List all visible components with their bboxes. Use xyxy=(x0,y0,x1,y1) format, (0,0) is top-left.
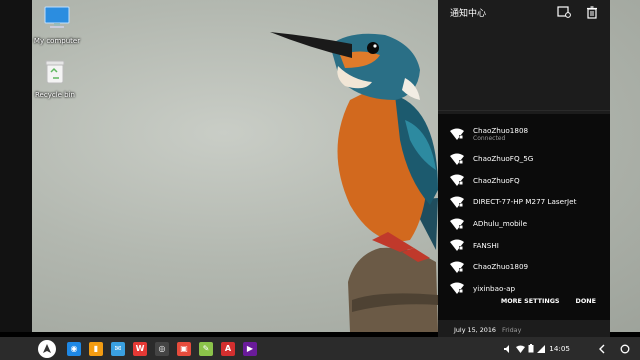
wifi-network-item[interactable]: DIRECT-77-HP M277 LaserJet xyxy=(438,191,610,213)
wifi-lock-icon xyxy=(450,153,464,165)
notification-area xyxy=(438,24,610,111)
desktop-icon-my-computer[interactable]: My computer xyxy=(30,6,84,45)
notification-center-panel: 通知中心 ChaoZhuo1808 Connected ChaoZhuoFQ_5G C… xyxy=(438,0,610,340)
wifi-lock-icon xyxy=(450,261,464,273)
wifi-lock-icon xyxy=(450,128,464,140)
wifi-status: Connected xyxy=(473,134,506,142)
wps-app-icon[interactable]: W xyxy=(133,341,147,356)
wifi-ssid: ChaoZhuoFQ xyxy=(473,175,520,185)
wifi-ssid: FANSHI xyxy=(473,240,499,250)
clock[interactable]: 14:05 xyxy=(549,344,570,353)
system-tray: 14:05 xyxy=(501,337,640,360)
wifi-ssid: DIRECT-77-HP M277 LaserJet xyxy=(473,197,577,207)
red-app-icon[interactable]: ▣ xyxy=(177,341,191,356)
files-app-icon[interactable]: ▮ xyxy=(89,341,103,356)
notification-settings-icon[interactable] xyxy=(556,4,572,20)
pdf-app-icon[interactable]: A xyxy=(221,341,235,356)
battery-icon[interactable] xyxy=(528,344,534,353)
more-settings-button[interactable]: MORE SETTINGS xyxy=(501,297,560,305)
wifi-lock-icon xyxy=(450,282,464,295)
wifi-ssid: ADhulu_mobile xyxy=(473,219,528,229)
back-chevron-icon[interactable] xyxy=(598,344,606,354)
wifi-network-item[interactable]: ChaoZhuo1809 xyxy=(438,256,610,278)
wifi-network-item[interactable]: yixinbao-ap xyxy=(438,278,610,300)
desktop-icon-recycle-bin[interactable]: Recycle bin xyxy=(28,58,82,99)
wifi-network-sheet: ChaoZhuo1808 Connected ChaoZhuoFQ_5G ChaoZh… xyxy=(438,114,610,320)
photo-app-icon[interactable]: ✎ xyxy=(199,341,213,356)
mail-app-icon[interactable]: ✉ xyxy=(111,341,125,356)
start-logo-icon xyxy=(43,343,51,353)
video-app-icon[interactable]: ▶ xyxy=(243,341,257,356)
monitor-icon xyxy=(44,6,70,28)
camera-app-icon[interactable]: ◎ xyxy=(155,341,169,356)
date-label: July 15, 2016 xyxy=(454,326,496,334)
wifi-ssid: ChaoZhuo1808 xyxy=(473,125,529,135)
panel-title: 通知中心 xyxy=(450,8,487,19)
panel-date-footer: July 15, 2016 Friday xyxy=(438,322,626,338)
weekday-label: Friday xyxy=(501,326,522,334)
wifi-lock-icon xyxy=(450,239,464,252)
wifi-ssid: yixinbao-ap xyxy=(473,283,516,293)
home-circle-icon[interactable] xyxy=(620,344,630,354)
wifi-lock-icon xyxy=(450,218,464,230)
desktop-icon-label: My computer xyxy=(33,37,81,45)
volume-icon[interactable] xyxy=(504,344,513,353)
wifi-lock-icon xyxy=(450,196,464,208)
wifi-network-item[interactable]: ChaoZhuo1808 Connected xyxy=(438,120,610,148)
wifi-network-item[interactable]: ChaoZhuoFQ xyxy=(438,170,610,192)
recycle-bin-icon xyxy=(45,60,65,84)
taskbar: ◉ ▮ ✉ W ◎ ▣ ✎ A ▶ 14:05 xyxy=(0,337,640,360)
wifi-actions: MORE SETTINGS DONE xyxy=(501,297,596,305)
trash-icon[interactable] xyxy=(584,4,600,20)
wifi-tray-icon[interactable] xyxy=(516,345,526,353)
wifi-network-item[interactable]: ADhulu_mobile xyxy=(438,213,610,235)
panel-header: 通知中心 xyxy=(438,0,610,24)
browser-app-icon[interactable]: ◉ xyxy=(67,341,81,356)
done-button[interactable]: DONE xyxy=(576,297,596,305)
desktop-icon-label: Recycle bin xyxy=(35,91,75,99)
wifi-network-item[interactable]: ChaoZhuoFQ_5G xyxy=(438,148,610,170)
pinned-apps: ◉ ▮ ✉ W ◎ ▣ ✎ A ▶ xyxy=(67,341,257,356)
wifi-ssid: ChaoZhuo1809 xyxy=(473,262,529,272)
wifi-ssid: ChaoZhuoFQ_5G xyxy=(473,154,534,164)
signal-icon[interactable] xyxy=(537,344,546,353)
start-button[interactable] xyxy=(38,339,56,358)
wifi-lock-icon xyxy=(450,174,464,187)
wifi-network-list: ChaoZhuo1808 Connected ChaoZhuoFQ_5G ChaoZh… xyxy=(438,114,610,299)
left-edge xyxy=(0,0,32,332)
wifi-network-item[interactable]: FANSHI xyxy=(438,234,610,256)
